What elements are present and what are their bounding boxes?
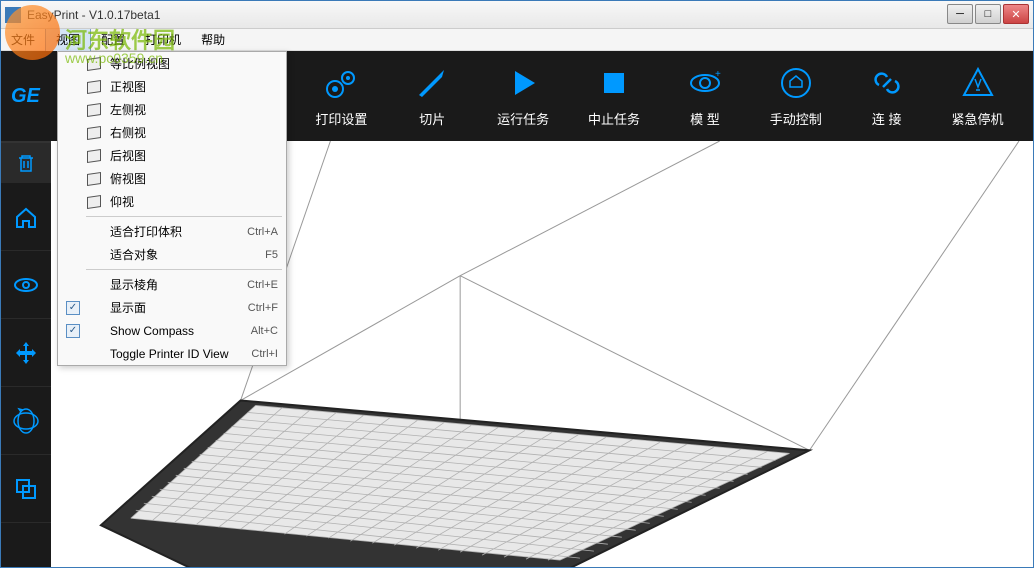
menu-file[interactable]: 文件 <box>1 28 45 51</box>
menu-show-faces[interactable]: ✓ 显示面 Ctrl+F <box>58 296 286 319</box>
dropdown-separator <box>86 269 282 270</box>
toolbar-label: 打印设置 <box>315 109 367 128</box>
side-toolbar <box>1 141 51 567</box>
emergency-stop-button[interactable]: 紧急停机 <box>932 51 1023 141</box>
window-title: EasyPrint - V1.0.17beta1 <box>27 8 160 22</box>
menu-fit-volume[interactable]: 适合打印体积 Ctrl+A <box>58 220 286 243</box>
dropdown-separator <box>86 216 282 217</box>
menu-isometric-view[interactable]: 等比例视图 <box>58 52 286 75</box>
menu-left-view[interactable]: 左侧视 <box>58 98 286 121</box>
trash-icon <box>14 151 38 175</box>
gears-icon <box>323 65 359 101</box>
close-button[interactable]: ✕ <box>1003 4 1029 24</box>
move-icon <box>11 338 41 368</box>
home-icon <box>778 65 814 101</box>
play-icon <box>505 65 541 101</box>
cube-icon <box>84 194 104 210</box>
cube-icon <box>84 125 104 141</box>
home-view-button[interactable] <box>1 183 51 251</box>
link-icon <box>869 65 905 101</box>
rotate-tool-button[interactable] <box>1 387 51 455</box>
toolbar-label: 手动控制 <box>770 109 822 128</box>
menu-front-view[interactable]: 正视图 <box>58 75 286 98</box>
app-window: EasyPrint - V1.0.17beta1 ─ □ ✕ 文件 视图 配置 … <box>0 0 1034 568</box>
toolbar-label: 紧急停机 <box>952 109 1004 128</box>
stop-task-button[interactable]: 中止任务 <box>569 51 660 141</box>
menu-show-compass[interactable]: ✓ Show Compass Alt+C <box>58 319 286 342</box>
cube-icon <box>84 79 104 95</box>
title-bar: EasyPrint - V1.0.17beta1 ─ □ ✕ <box>1 1 1033 29</box>
view-dropdown: 等比例视图 正视图 左侧视 右侧视 后视图 俯视图 <box>57 51 287 366</box>
menu-printer[interactable]: 打印机 <box>135 28 191 51</box>
connect-button[interactable]: 连 接 <box>841 51 932 141</box>
manual-control-button[interactable]: 手动控制 <box>750 51 841 141</box>
move-tool-button[interactable] <box>1 319 51 387</box>
house-icon <box>11 202 41 232</box>
delete-button[interactable] <box>1 143 51 183</box>
warning-icon <box>960 65 996 101</box>
window-controls: ─ □ ✕ <box>947 4 1029 24</box>
rotate-icon <box>9 404 43 438</box>
cube-icon <box>84 148 104 164</box>
menu-top-view[interactable]: 俯视图 <box>58 167 286 190</box>
knife-icon <box>414 65 450 101</box>
copy-tool-button[interactable] <box>1 455 51 523</box>
menu-bottom-view[interactable]: 仰视 <box>58 190 286 213</box>
stop-icon <box>596 65 632 101</box>
svg-text:+: + <box>715 69 721 80</box>
eye-tool-button[interactable] <box>1 251 51 319</box>
model-button[interactable]: + 模 型 <box>660 51 751 141</box>
eye-tool-icon <box>11 270 41 300</box>
run-task-button[interactable]: 运行任务 <box>478 51 569 141</box>
menu-right-view[interactable]: 右侧视 <box>58 121 286 144</box>
menu-view[interactable]: 视图 <box>45 27 91 52</box>
menu-fit-object[interactable]: 适合对象 F5 <box>58 243 286 266</box>
toolbar-label: 连 接 <box>872 109 902 128</box>
menu-help[interactable]: 帮助 <box>191 28 235 51</box>
toolbar-label: 中止任务 <box>588 109 640 128</box>
eye-icon: + <box>687 65 723 101</box>
menu-config[interactable]: 配置 <box>91 28 135 51</box>
checkmark-icon: ✓ <box>66 324 80 338</box>
minimize-button[interactable]: ─ <box>947 4 973 24</box>
toolbar-label: 模 型 <box>690 109 720 128</box>
cube-icon <box>84 171 104 187</box>
copy-icon <box>11 474 41 504</box>
app-icon <box>5 7 21 23</box>
menu-toggle-printer-id[interactable]: Toggle Printer ID View Ctrl+I <box>58 342 286 365</box>
toolbar-label: 运行任务 <box>497 109 549 128</box>
menu-show-edges[interactable]: 显示棱角 Ctrl+E <box>58 273 286 296</box>
cube-icon <box>84 102 104 118</box>
slice-button[interactable]: 切片 <box>387 51 478 141</box>
menu-bar: 文件 视图 配置 打印机 帮助 <box>1 29 1033 51</box>
maximize-button[interactable]: □ <box>975 4 1001 24</box>
print-settings-button[interactable]: 打印设置 <box>296 51 387 141</box>
toolbar-label: 切片 <box>419 109 445 128</box>
app-logo: GE <box>11 85 61 108</box>
cube-icon <box>84 56 104 72</box>
menu-back-view[interactable]: 后视图 <box>58 144 286 167</box>
checkmark-icon: ✓ <box>66 301 80 315</box>
